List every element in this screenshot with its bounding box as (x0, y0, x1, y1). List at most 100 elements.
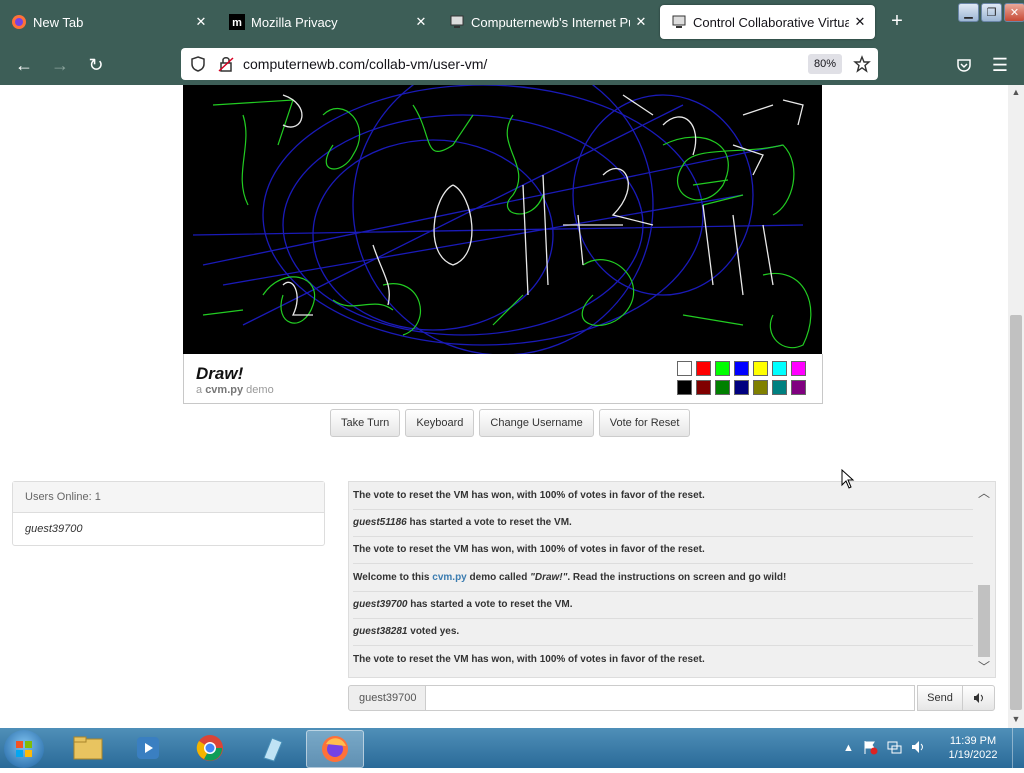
color-swatch[interactable] (715, 361, 730, 376)
volume-icon[interactable] (910, 739, 926, 758)
back-button[interactable]: ← (10, 51, 38, 79)
page-scroll-thumb[interactable] (1010, 315, 1022, 710)
users-online-panel: Users Online: 1 guest39700 (12, 481, 325, 546)
close-tab-icon[interactable]: ✕ (849, 14, 871, 30)
tab-title: Mozilla Privacy (251, 14, 338, 30)
color-swatch[interactable] (791, 361, 806, 376)
firefox-icon (322, 736, 348, 762)
zoom-indicator[interactable]: 80% (808, 54, 842, 74)
close-tab-icon[interactable]: ✕ (190, 14, 212, 30)
forward-button[interactable]: → (46, 51, 74, 79)
color-swatch[interactable] (734, 361, 749, 376)
menu-icon[interactable]: ☰ (986, 51, 1014, 79)
color-swatch[interactable] (772, 361, 787, 376)
chat-username-label: guest39700 (348, 685, 436, 711)
color-swatch[interactable] (753, 380, 768, 395)
navigation-bar: ← → ↻ computernewb.com/collab-vm/user-vm… (0, 44, 1024, 85)
restore-button[interactable]: ❐ (981, 3, 1002, 22)
color-swatch[interactable] (734, 380, 749, 395)
send-button[interactable]: Send (917, 685, 963, 711)
chat-scroll-thumb[interactable] (978, 585, 990, 657)
vm-subtitle: a cvm.py demo (196, 384, 274, 396)
user-list-item[interactable]: guest39700 (13, 513, 324, 545)
page-scrollbar[interactable]: ▲ ▼ (1008, 85, 1024, 728)
cvm-py-link[interactable]: cvm.py (432, 572, 466, 583)
color-swatch[interactable] (696, 380, 711, 395)
chat-username: guest39700 (353, 599, 408, 610)
taskbar-clock[interactable]: 11:39 PM 1/19/2022 (938, 734, 1008, 762)
chat-scrollbar[interactable]: ︿ ﹀ (975, 482, 993, 677)
tab-new-tab[interactable]: New Tab ✕ (0, 0, 216, 44)
chat-message: The vote to reset the VM has won, with 1… (353, 540, 973, 564)
bookmark-star-icon[interactable] (853, 55, 871, 73)
clock-time: 11:39 PM (949, 735, 997, 747)
color-swatch[interactable] (791, 380, 806, 395)
tab-mozilla-privacy[interactable]: m Mozilla Privacy ✕ (218, 0, 436, 44)
chat-message-text: has started a vote to reset the VM. (407, 599, 573, 610)
action-center-flag-icon[interactable] (862, 739, 878, 758)
welcome-text: Welcome to this (353, 572, 433, 583)
firefox-icon (11, 14, 27, 30)
color-swatch[interactable] (696, 361, 711, 376)
scroll-down-icon[interactable]: ﹀ (975, 658, 993, 675)
chat-message: guest39700 has started a vote to reset t… (353, 595, 973, 619)
speaker-icon[interactable] (962, 685, 995, 711)
scroll-up-icon[interactable]: ︿ (975, 484, 993, 501)
subtitle-prefix: a (196, 384, 203, 396)
taskbar-explorer[interactable] (60, 730, 116, 766)
folder-icon (73, 736, 103, 760)
media-player-icon (137, 737, 159, 759)
color-swatch[interactable] (715, 380, 730, 395)
notepad-icon (263, 737, 283, 762)
chat-message-text: has started a vote to reset the VM. (406, 517, 572, 528)
keyboard-button[interactable]: Keyboard (405, 409, 475, 437)
taskbar-firefox[interactable] (306, 730, 364, 768)
color-swatch[interactable] (677, 380, 692, 395)
taskbar-notepad[interactable] (244, 730, 300, 766)
tab-control-collab-vm[interactable]: Control Collaborative Virtual M ✕ (660, 5, 875, 39)
show-desktop-button[interactable] (1012, 728, 1024, 768)
tab-computernewb-pub[interactable]: Computernewb's Internet Pub ✕ (438, 0, 656, 44)
svg-text:m: m (232, 17, 242, 29)
pocket-icon[interactable] (950, 51, 978, 79)
show-hidden-icons-icon[interactable]: ▲ (843, 742, 854, 754)
tab-title: Computernewb's Internet Pub (471, 14, 630, 30)
take-turn-button[interactable]: Take Turn (330, 409, 401, 437)
insecure-lock-icon[interactable] (217, 55, 235, 73)
shield-icon[interactable] (189, 55, 207, 73)
start-button[interactable] (4, 730, 44, 768)
chat-welcome-message: Welcome to this cvm.py demo called "Draw… (353, 568, 973, 592)
close-tab-icon[interactable]: ✕ (630, 14, 652, 30)
address-bar[interactable]: computernewb.com/collab-vm/user-vm/ 80% (181, 48, 878, 80)
subtitle-name: cvm.py (205, 384, 244, 396)
close-tab-icon[interactable]: ✕ (410, 14, 432, 30)
clock-date: 1/19/2022 (948, 749, 998, 761)
scroll-down-icon[interactable]: ▼ (1008, 714, 1024, 724)
taskbar-chrome[interactable] (182, 730, 238, 766)
close-window-button[interactable]: ✕ (1004, 3, 1024, 22)
taskbar-media-player[interactable] (120, 730, 176, 766)
color-swatch[interactable] (753, 361, 768, 376)
change-username-button[interactable]: Change Username (479, 409, 594, 437)
color-swatch[interactable] (677, 361, 692, 376)
chat-message: guest51186 has started a vote to reset t… (353, 513, 973, 537)
mouse-cursor-icon (841, 468, 855, 494)
network-icon[interactable] (886, 739, 902, 758)
chat-message-input[interactable] (425, 685, 915, 711)
system-tray: ▲ (843, 728, 926, 768)
color-swatch[interactable] (772, 380, 787, 395)
reload-button[interactable]: ↻ (82, 51, 110, 79)
scroll-up-icon[interactable]: ▲ (1008, 87, 1024, 97)
welcome-text: . Read the instructions on screen and go… (567, 572, 787, 583)
vote-for-reset-button[interactable]: Vote for Reset (598, 409, 691, 437)
color-palette (677, 361, 813, 395)
chat-message-text: voted yes. (407, 626, 460, 637)
vm-screen-canvas[interactable] (183, 85, 822, 354)
chat-username: guest38281 (353, 626, 408, 637)
vm-title: Draw! (196, 364, 244, 383)
chat-log[interactable]: The vote to reset the VM has won, with 1… (348, 481, 996, 678)
minimize-button[interactable]: ▁ (958, 3, 979, 22)
new-tab-button[interactable]: + (886, 10, 908, 32)
vm-controls: Take Turn Keyboard Change Username Vote … (330, 409, 691, 437)
windows-logo-icon (16, 741, 32, 757)
